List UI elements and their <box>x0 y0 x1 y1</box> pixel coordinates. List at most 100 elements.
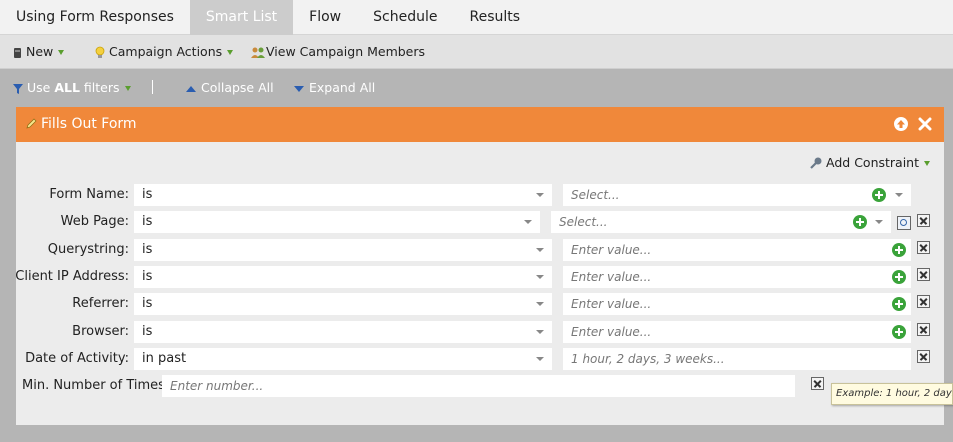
chevron-down-icon <box>536 302 544 306</box>
form-name-value-placeholder: Select... <box>571 188 620 202</box>
client-ip-value-input[interactable]: Enter value... <box>563 266 911 288</box>
expand-all-label: Expand All <box>309 80 376 95</box>
filter-panel-title: Fills Out Form <box>41 116 137 132</box>
form-name-label: Form Name: <box>49 187 129 202</box>
add-value-icon[interactable] <box>892 243 906 257</box>
lookup-icon[interactable] <box>897 216 911 230</box>
use-suffix: filters <box>79 80 120 95</box>
tab-schedule[interactable]: Schedule <box>357 0 453 35</box>
date-of-activity-operator-select[interactable]: in past <box>134 348 552 370</box>
add-value-icon[interactable] <box>892 325 906 339</box>
browser-operator-value: is <box>142 324 153 339</box>
querystring-value-input[interactable]: Enter value... <box>563 239 911 261</box>
view-campaign-members-button[interactable]: View Campaign Members <box>251 35 425 69</box>
delete-constraint-icon[interactable] <box>917 241 930 254</box>
referrer-value-placeholder: Enter value... <box>571 297 652 311</box>
add-constraint-label: Add Constraint <box>826 155 919 170</box>
new-dropdown-icon <box>58 50 65 55</box>
use-all-filters-dropdown[interactable]: Use ALL filters <box>12 70 131 106</box>
chevron-down-icon <box>536 275 544 279</box>
date-of-activity-value-input[interactable]: 1 hour, 2 days, 3 weeks... <box>563 348 911 370</box>
browser-operator-select[interactable]: is <box>134 321 552 343</box>
add-value-icon[interactable] <box>892 297 906 311</box>
browser-label: Browser: <box>72 324 129 339</box>
form-name-operator-select[interactable]: is <box>134 184 552 206</box>
delete-constraint-icon[interactable] <box>917 214 930 227</box>
wrench-icon <box>810 157 822 169</box>
filter-bar: Use ALL filters Collapse All Expand All <box>0 70 953 106</box>
referrer-label: Referrer: <box>72 296 129 311</box>
delete-constraint-icon[interactable] <box>917 323 930 336</box>
view-campaign-members-label: View Campaign Members <box>266 44 426 59</box>
chevron-down-icon <box>875 220 883 224</box>
add-value-icon[interactable] <box>853 215 867 229</box>
chevron-down-icon <box>536 357 544 361</box>
add-constraint-dropdown-icon <box>924 161 930 166</box>
chevron-down-icon <box>536 330 544 334</box>
tab-bar: Using Form Responses Smart List Flow Sch… <box>0 0 953 35</box>
toolbar-separator <box>152 80 153 94</box>
people-icon <box>251 47 265 58</box>
chevron-down-icon <box>524 220 532 224</box>
client-ip-value-placeholder: Enter value... <box>571 270 652 284</box>
querystring-label: Querystring: <box>47 242 129 257</box>
new-label: New <box>26 44 54 59</box>
min-number-of-times-input[interactable]: Enter number... <box>162 375 795 397</box>
pencil-icon <box>26 118 37 129</box>
lightbulb-icon <box>95 46 105 58</box>
collapse-all-label: Collapse All <box>201 80 274 95</box>
browser-value-input[interactable]: Enter value... <box>563 321 911 343</box>
form-name-operator-value: is <box>142 187 153 202</box>
delete-constraint-icon[interactable] <box>917 268 930 281</box>
campaign-actions-button[interactable]: Campaign Actions <box>95 35 234 69</box>
date-example-tooltip: Example: 1 hour, 2 days, ... <box>831 383 953 405</box>
web-page-operator-value: is <box>142 214 153 229</box>
web-page-value-select[interactable]: Select... <box>551 211 891 233</box>
filter-icon <box>13 83 23 94</box>
delete-constraint-icon[interactable] <box>917 295 930 308</box>
chevron-down-icon <box>536 193 544 197</box>
delete-constraint-icon[interactable] <box>811 377 824 390</box>
add-value-icon[interactable] <box>872 188 886 202</box>
filter-panel-header: Fills Out Form <box>16 107 944 142</box>
collapse-icon <box>186 85 196 92</box>
delete-constraint-icon[interactable] <box>917 350 930 363</box>
close-icon[interactable] <box>917 116 933 132</box>
client-ip-operator-value: is <box>142 269 153 284</box>
expand-all-button[interactable]: Expand All <box>294 70 375 106</box>
campaign-actions-dropdown-icon <box>227 50 234 55</box>
date-of-activity-label: Date of Activity: <box>25 351 129 366</box>
move-up-icon[interactable] <box>893 116 909 132</box>
min-number-of-times-placeholder: Enter number... <box>170 379 264 393</box>
web-page-label: Web Page: <box>60 214 129 229</box>
chevron-down-icon <box>536 248 544 252</box>
use-all-dropdown-icon <box>124 86 131 91</box>
add-value-icon[interactable] <box>892 270 906 284</box>
min-number-of-times-label: Min. Number of Times: <box>22 378 170 393</box>
client-ip-label: Client IP Address: <box>15 269 129 284</box>
referrer-operator-value: is <box>142 296 153 311</box>
use-all-emphasis: ALL <box>54 80 80 95</box>
new-icon <box>14 47 21 58</box>
web-page-operator-select[interactable]: is <box>134 211 540 233</box>
referrer-value-input[interactable]: Enter value... <box>563 293 911 315</box>
campaign-actions-label: Campaign Actions <box>109 44 223 59</box>
new-button[interactable]: New <box>13 35 65 69</box>
tab-using-form-responses[interactable]: Using Form Responses <box>0 0 190 35</box>
browser-value-placeholder: Enter value... <box>571 325 652 339</box>
use-prefix: Use <box>27 80 55 95</box>
tab-results[interactable]: Results <box>453 0 536 35</box>
tab-smart-list[interactable]: Smart List <box>189 0 294 35</box>
toolbar: New Campaign Actions View Campaign Membe… <box>0 35 953 69</box>
date-of-activity-operator-value: in past <box>142 351 187 366</box>
date-of-activity-value-placeholder: 1 hour, 2 days, 3 weeks... <box>571 352 725 366</box>
client-ip-operator-select[interactable]: is <box>134 266 552 288</box>
referrer-operator-select[interactable]: is <box>134 293 552 315</box>
collapse-all-button[interactable]: Collapse All <box>186 70 274 106</box>
form-name-value-select[interactable]: Select... <box>563 184 911 206</box>
querystring-operator-select[interactable]: is <box>134 239 552 261</box>
tab-flow[interactable]: Flow <box>293 0 357 35</box>
expand-icon <box>294 85 304 92</box>
add-constraint-button[interactable]: Add Constraint <box>810 155 930 170</box>
chevron-down-icon <box>895 193 903 197</box>
